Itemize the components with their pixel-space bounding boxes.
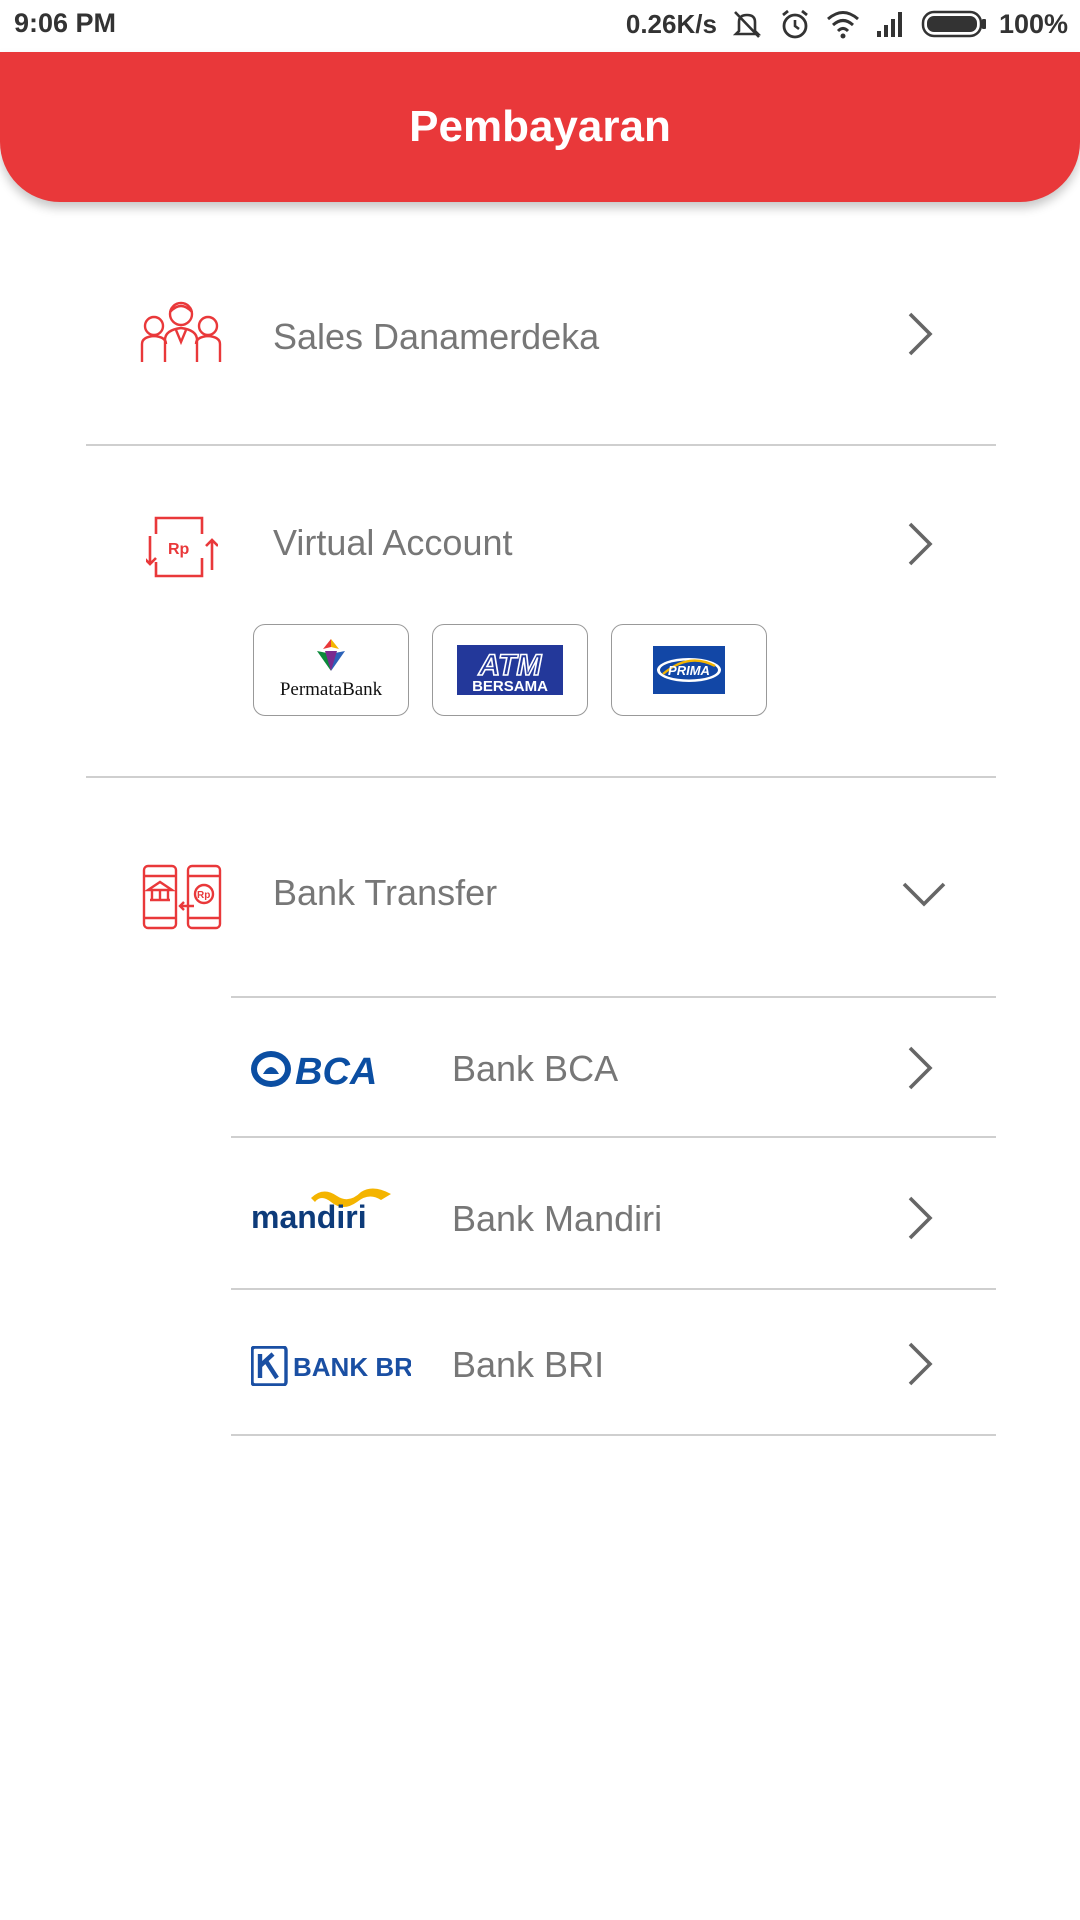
atm-bersama-logo-chip[interactable]: ATM BERSAMA (432, 624, 588, 716)
menu-item-virtual-account[interactable]: Rp Virtual Account (86, 490, 996, 600)
menu-item-label: Virtual Account (273, 522, 513, 563)
bca-logo: BCA (251, 1048, 381, 1095)
svg-text:PRIMA: PRIMA (668, 663, 710, 678)
svg-text:BERSAMA: BERSAMA (472, 678, 548, 695)
alarm-icon (777, 6, 813, 42)
chevron-right-icon (906, 1044, 936, 1097)
status-icons: 0.26K/s 100% (626, 6, 1068, 42)
status-time: 9:06 PM (14, 8, 117, 38)
divider (86, 444, 996, 446)
bank-transfer-icon: Rp (142, 864, 222, 935)
bank-label: Bank BRI (452, 1344, 605, 1385)
bank-item-mandiri[interactable]: mandiri Bank Mandiri (86, 1138, 996, 1288)
battery-icon (921, 6, 987, 42)
prima-logo: PRIMA (653, 646, 725, 694)
bank-item-bri[interactable]: BANK BRI Bank BRI (86, 1290, 996, 1436)
svg-text:Rp: Rp (197, 890, 210, 901)
battery-percent: 100% (998, 8, 1068, 39)
chevron-right-icon (906, 1340, 936, 1393)
permatabank-logo-chip[interactable]: PermataBank (253, 624, 409, 716)
bank-label: Bank Mandiri (452, 1198, 663, 1239)
bri-logo: BANK BRI (250, 1345, 420, 1391)
status-bar: 9:06 PM 0.26K/s 100% (0, 0, 1080, 50)
signal-icon (873, 6, 909, 42)
wifi-icon (825, 6, 861, 42)
chevron-right-icon (906, 520, 936, 573)
salespeople-icon (138, 298, 224, 369)
bank-item-bca[interactable]: BCA Bank BCA (86, 998, 996, 1136)
rupiah-transfer-icon: Rp (143, 512, 219, 585)
svg-text:PermataBank: PermataBank (280, 679, 383, 700)
app-header: Pembayaran (0, 52, 1080, 202)
atm-bersama-logo: ATM BERSAMA (457, 645, 563, 695)
mandiri-logo: mandiri (251, 1184, 411, 1239)
menu-item-label: Sales Danamerdeka (273, 316, 600, 357)
svg-text:BANK BRI: BANK BRI (293, 1352, 411, 1382)
divider (231, 1434, 996, 1436)
divider (86, 776, 996, 778)
page-title: Pembayaran (409, 102, 671, 151)
bank-label: Bank BCA (452, 1048, 619, 1089)
svg-text:Rp: Rp (168, 541, 190, 558)
prima-logo-chip[interactable]: PRIMA (611, 624, 767, 716)
network-speed: 0.26K/s (625, 8, 717, 39)
menu-item-label: Bank Transfer (273, 872, 498, 913)
menu-item-bank-transfer[interactable]: Rp Bank Transfer (86, 850, 996, 960)
chevron-down-icon (900, 880, 948, 915)
svg-text:BCA: BCA (295, 1051, 377, 1090)
menu-item-sales[interactable]: Sales Danamerdeka (86, 270, 996, 400)
svg-text:mandiri: mandiri (251, 1199, 367, 1234)
chevron-right-icon (906, 310, 936, 363)
mute-icon (729, 6, 765, 42)
permatabank-logo: PermataBank (280, 639, 383, 700)
chevron-right-icon (906, 1194, 936, 1247)
